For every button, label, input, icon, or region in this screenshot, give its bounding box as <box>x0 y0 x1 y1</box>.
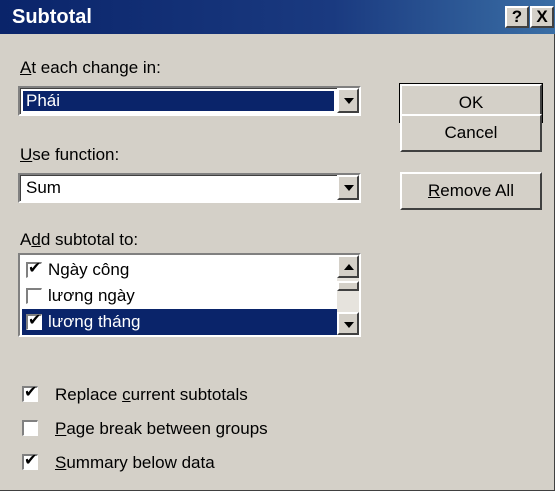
chevron-down-icon <box>344 98 354 104</box>
list-item-label: Ngày công <box>48 260 130 279</box>
checkmark-icon: ✔ <box>28 312 42 329</box>
scroll-up-button[interactable] <box>337 255 359 278</box>
scroll-down-button[interactable] <box>337 312 359 335</box>
help-button[interactable]: ? <box>505 6 529 28</box>
title-bar[interactable]: Subtotal ? X <box>0 0 555 34</box>
list-item-checkbox[interactable]: ✔ <box>26 260 42 278</box>
function-value: Sum <box>26 178 61 197</box>
help-icon: ? <box>511 7 523 26</box>
change-in-dropdown-button[interactable] <box>337 88 359 113</box>
close-button[interactable]: X <box>530 6 554 28</box>
page-break-checkbox[interactable] <box>22 420 38 436</box>
page-break-label: Page break between groups <box>55 419 268 438</box>
replace-current-checkbox[interactable]: ✔ <box>22 384 38 402</box>
list-item[interactable]: lương ngày <box>22 283 338 309</box>
change-in-label: At each change in: <box>20 58 161 77</box>
chevron-down-icon <box>344 185 354 191</box>
add-subtotal-list[interactable]: ✔ Ngày công lương ngày ✔ lương tháng <box>18 253 361 337</box>
function-label: Use function: <box>20 145 120 164</box>
replace-current-label: Replace current subtotals <box>55 385 248 404</box>
chevron-down-icon <box>344 322 354 328</box>
list-item-checkbox[interactable]: ✔ <box>26 312 42 330</box>
dialog-title: Subtotal <box>12 6 92 28</box>
summary-below-checkbox[interactable]: ✔ <box>22 452 38 470</box>
checkmark-icon: ✔ <box>24 452 38 469</box>
cancel-button[interactable]: Cancel <box>400 114 542 152</box>
list-item-label: lương tháng <box>48 312 141 331</box>
add-subtotal-label: Add subtotal to: <box>20 230 139 249</box>
change-in-select[interactable]: Phái <box>18 86 361 116</box>
scroll-thumb[interactable] <box>337 281 359 291</box>
list-item[interactable]: ✔ Ngày công <box>22 257 338 283</box>
chevron-up-icon <box>344 264 354 270</box>
function-select[interactable]: Sum <box>18 173 361 203</box>
close-icon: X <box>536 7 548 26</box>
list-item-checkbox[interactable] <box>26 288 42 304</box>
list-item-label: lương ngày <box>48 286 135 305</box>
summary-below-label: Summary below data <box>55 453 215 472</box>
change-in-value: Phái <box>23 91 334 111</box>
remove-all-button[interactable]: Remove All <box>400 172 542 210</box>
list-scrollbar[interactable] <box>337 255 359 335</box>
subtotal-dialog: Subtotal ? X At each change in: Phái Use… <box>0 0 555 491</box>
checkmark-icon: ✔ <box>24 384 38 401</box>
list-item[interactable]: ✔ lương tháng <box>22 309 338 335</box>
checkmark-icon: ✔ <box>28 260 42 277</box>
function-dropdown-button[interactable] <box>337 175 359 200</box>
